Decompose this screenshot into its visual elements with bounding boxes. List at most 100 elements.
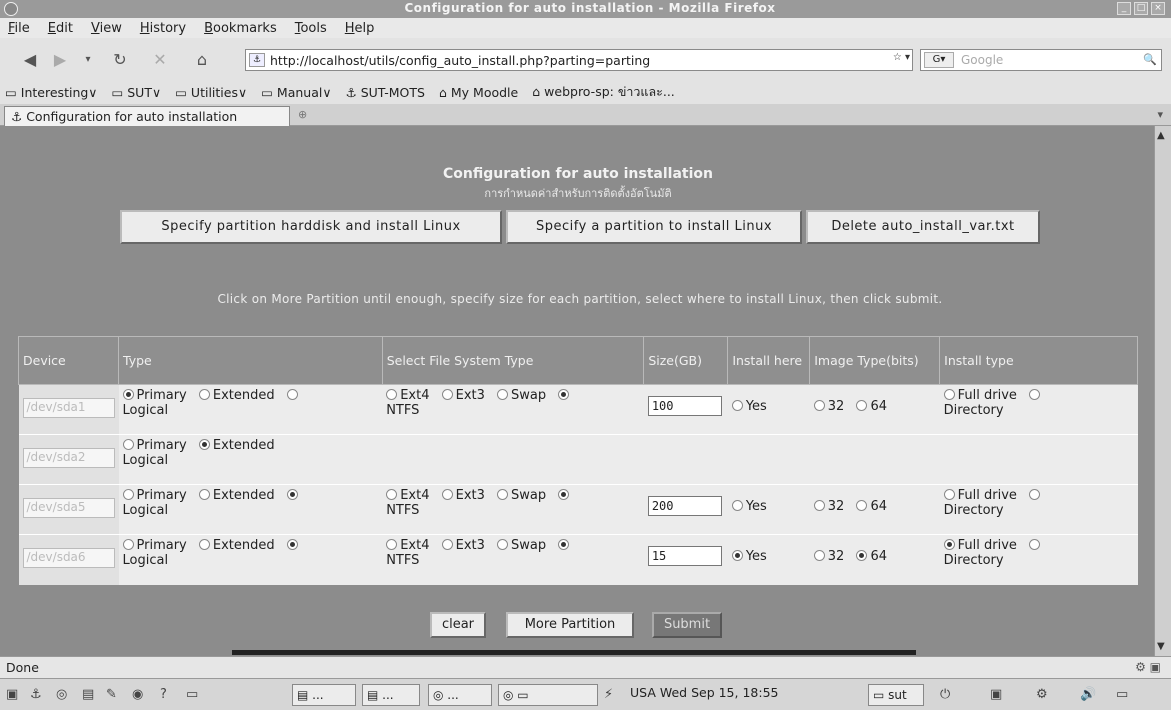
submit-button[interactable]: Submit [652,612,722,638]
menu-bookmarks[interactable]: Bookmarks [204,21,277,36]
radio-logical[interactable] [286,388,301,403]
bookmark-folder-utilities[interactable]: ▭ Utilities∨ [175,85,247,100]
new-tab-icon[interactable]: ⊕ [298,108,307,121]
specify-harddisk-button[interactable]: Specify partition harddisk and install L… [120,210,502,244]
globe-launcher-icon[interactable]: ◉ [132,685,143,705]
radio-directory[interactable] [1029,388,1043,403]
radio-ext4[interactable]: Ext4 [386,538,429,553]
radio-directory[interactable] [1029,488,1043,503]
help-launcher-icon[interactable]: ? [160,685,167,705]
bookmark-folder-sut[interactable]: ▭ SUT∨ [111,85,161,100]
bookmark-folder-manual[interactable]: ▭ Manual∨ [261,85,331,100]
radio-swap[interactable]: Swap [497,488,546,503]
radio-ext3[interactable]: Ext3 [441,488,485,503]
size-input[interactable]: 15 [647,546,722,566]
tab-config-auto-install[interactable]: ⚓ Configuration for auto installation [4,106,290,126]
radio-swap[interactable]: Swap [497,538,546,553]
radio-install-here[interactable]: Yes [731,399,767,414]
radio-directory[interactable] [1029,538,1043,553]
display-launcher-icon[interactable]: ▭ [186,685,198,705]
reload-icon[interactable]: ↻ [108,50,132,70]
url-dropdown-icon[interactable]: ☆ ▾ [886,52,910,68]
scroll-down-icon[interactable]: ▼ [1157,641,1165,652]
url-text[interactable]: http://localhost/utils/config_auto_insta… [270,53,650,68]
radio-ext4[interactable]: Ext4 [386,388,429,403]
scroll-up-icon[interactable]: ▲ [1157,130,1165,141]
radio-extended[interactable]: Extended [198,488,275,503]
browser-launcher-icon[interactable]: ◎ [56,685,67,705]
radio-full-drive[interactable]: Full drive [943,488,1017,503]
device-field[interactable]: /dev/sda1 [22,398,115,418]
taskbar-clock[interactable]: USA Wed Sep 15, 18:55 [630,685,778,700]
clear-button[interactable]: clear [430,612,486,638]
search-engine-icon[interactable]: G▾ [924,52,954,68]
bookmark-webpro-sp[interactable]: ⌂ webpro-sp: ข่าวและ... [532,82,675,102]
menu-tools[interactable]: Tools [295,21,327,36]
radio-64bit[interactable]: 64 [856,499,887,514]
radio-ext4[interactable]: Ext4 [386,488,429,503]
tray-icon[interactable]: ▭ [1116,685,1128,705]
radio-extended[interactable]: Extended [198,438,275,453]
user-button[interactable]: ▭ sut [868,684,924,706]
menu-view[interactable]: View [91,21,122,36]
radio-primary[interactable]: Primary [122,538,187,553]
specify-partition-button[interactable]: Specify a partition to install Linux [506,210,802,244]
radio-32bit[interactable]: 32 [813,549,844,564]
radio-logical[interactable] [286,538,301,553]
radio-primary[interactable]: Primary [122,488,187,503]
radio-ntfs[interactable] [558,488,572,503]
bookmark-folder-interesting[interactable]: ▭ Interesting∨ [5,85,97,100]
radio-swap[interactable]: Swap [497,388,546,403]
menu-history[interactable]: History [140,21,186,36]
radio-ext3[interactable]: Ext3 [441,538,485,553]
radio-ext3[interactable]: Ext3 [441,388,485,403]
menu-file[interactable]: File [8,21,30,36]
back-icon[interactable]: ◀ [18,50,42,70]
maximize-button[interactable]: □ [1134,2,1148,15]
radio-32bit[interactable]: 32 [813,499,844,514]
close-window-button[interactable]: × [1151,2,1165,15]
tool-launcher-icon[interactable]: ✎ [106,685,117,705]
taskbar-window-button[interactable]: ▤ ... [292,684,356,706]
bookmark-my-moodle[interactable]: ⌂ My Moodle [439,85,518,100]
radio-full-drive[interactable]: Full drive [943,538,1017,553]
device-field[interactable]: /dev/sda6 [22,548,115,568]
home-icon[interactable]: ⌂ [190,50,214,70]
bookmark-sut-mots[interactable]: ⚓ SUT-MOTS [346,85,425,100]
radio-full-drive[interactable]: Full drive [943,388,1017,403]
radio-logical[interactable] [286,488,301,503]
forward-icon[interactable]: ▶ [48,50,72,70]
settings-icon[interactable]: ⚙ [1036,685,1048,705]
radio-64bit[interactable]: 64 [856,549,887,564]
menu-edit[interactable]: Edit [48,21,73,36]
size-input[interactable]: 100 [647,396,722,416]
minimize-button[interactable]: _ [1117,2,1131,15]
radio-extended[interactable]: Extended [198,388,275,403]
radio-ntfs[interactable] [558,538,572,553]
device-field[interactable]: /dev/sda2 [22,448,115,468]
screen-icon[interactable]: ▣ [990,685,1002,705]
menu-help[interactable]: Help [345,21,375,36]
vertical-scrollbar[interactable]: ▲ ▼ [1154,126,1171,656]
address-bar[interactable]: ⚓ http://localhost/utils/config_auto_ins… [245,49,913,71]
radio-primary[interactable]: Primary [122,438,187,453]
more-partition-button[interactable]: More Partition [506,612,634,638]
size-input[interactable]: 200 [647,496,722,516]
site-identity-icon[interactable]: ⚓ [249,53,265,67]
taskbar-window-button[interactable]: ▤ ... [362,684,420,706]
stop-icon[interactable]: ✕ [148,50,172,70]
taskbar-firefox-button[interactable]: ◎ ▭ [498,684,598,706]
radio-32bit[interactable]: 32 [813,399,844,414]
search-placeholder[interactable]: Google [961,53,1003,67]
start-menu-icon[interactable]: ▣ [6,685,18,705]
tab-list-icon[interactable]: ▾ [1157,108,1163,121]
search-bar[interactable]: G▾ Google 🔍 [920,49,1162,71]
horizontal-scrollbar[interactable] [232,650,916,655]
radio-64bit[interactable]: 64 [856,399,887,414]
delete-var-button[interactable]: Delete auto_install_var.txt [806,210,1040,244]
power-icon[interactable]: ⏻ [940,685,950,705]
radio-install-here[interactable]: Yes [731,549,767,564]
launcher-icon[interactable]: ⚓ [30,685,42,705]
taskbar-window-button[interactable]: ◎ ... [428,684,492,706]
radio-install-here[interactable]: Yes [731,499,767,514]
